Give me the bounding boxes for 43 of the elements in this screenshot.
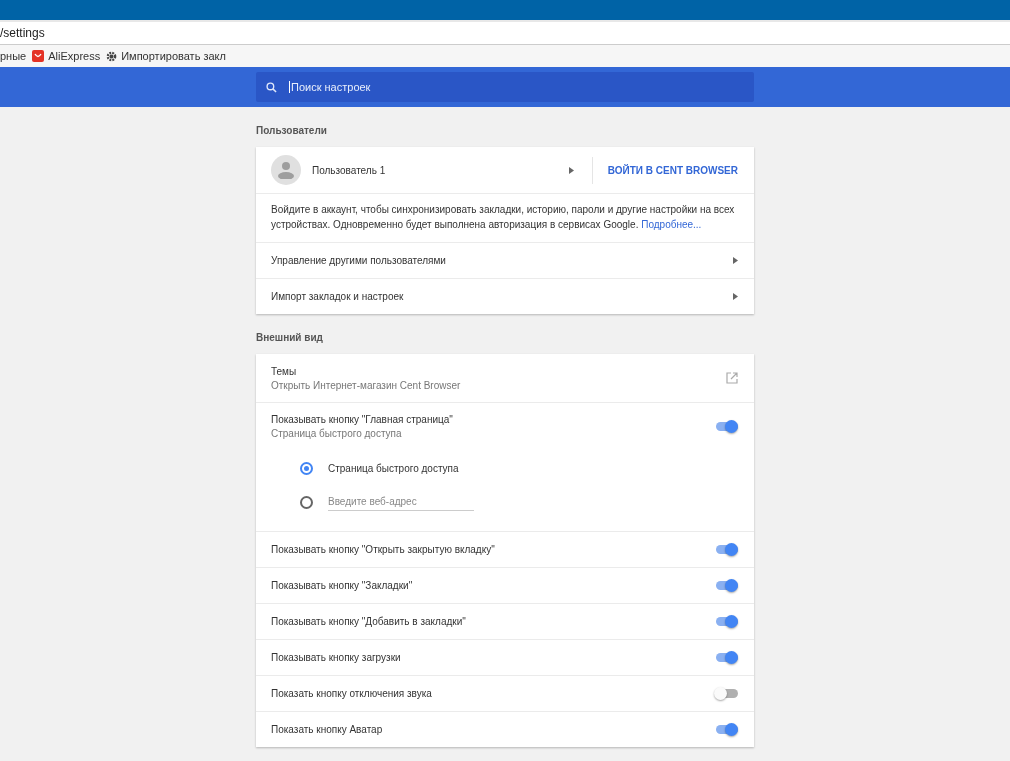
user-name: Пользователь 1: [312, 164, 387, 176]
section-heading: Пользователи: [256, 124, 328, 138]
sign-in-button[interactable]: ВОЙТИ В CENT BROWSER: [591, 156, 738, 184]
address-text: /settings: [0, 26, 45, 40]
sync-description: Войдите в аккаунт, чтобы синхронизировать закладки, историю, пароли и другие настройки на всех устройствах. Одновременно будет выполнена авторизация в сервисах Google. Подробнее...: [256, 193, 754, 242]
radio-label: Страница быстрого доступа: [328, 462, 460, 474]
avatar-icon: [271, 155, 301, 185]
address-bar[interactable]: /settings: [0, 22, 1010, 45]
themes-label: Темы: [271, 365, 298, 377]
bookmark-item[interactable]: AliExpress: [32, 50, 101, 62]
setting-label: Показывать кнопку "Закладки": [271, 580, 414, 591]
section-heading: Внешний вид: [256, 331, 324, 345]
toggle-switch[interactable]: [716, 653, 738, 662]
setting-label: Показывать кнопку загрузки: [271, 652, 402, 663]
url-input-field[interactable]: Введите веб-адрес: [328, 493, 474, 511]
setting-label: Показывать кнопку "Главная страница": [271, 413, 454, 425]
radio-button[interactable]: [300, 495, 313, 509]
search-icon: [266, 81, 277, 93]
toggle-switch[interactable]: [716, 581, 738, 590]
toggle-switch[interactable]: [716, 617, 738, 626]
settings-item[interactable]: Управление другими пользователями: [271, 255, 733, 266]
arrow-right-icon: [733, 257, 738, 264]
bookmark-item[interactable]: рные: [0, 50, 27, 62]
radio-button[interactable]: [300, 461, 313, 475]
setting-label: Показывать кнопку "Открыть закрытую вкладку": [271, 544, 496, 555]
setting-label: Показать кнопку Аватар: [271, 724, 384, 735]
setting-sublabel: Страница быстрого доступа: [271, 427, 403, 439]
arrow-right-icon: [568, 166, 574, 174]
settings-item[interactable]: Импорт закладок и настроек: [271, 291, 733, 302]
toggle-switch[interactable]: [716, 545, 738, 554]
setting-label: Показать кнопку отключения звука: [271, 688, 433, 699]
bag-icon: [32, 50, 45, 62]
learn-more-link[interactable]: Подробнее...: [641, 219, 702, 230]
bookmark-item[interactable]: Импортировать закл: [106, 50, 226, 62]
themes-sublabel[interactable]: Открыть Интернет-магазин Cent Browser: [271, 379, 726, 391]
arrow-right-icon: [733, 293, 738, 300]
gear-icon: [106, 50, 118, 62]
setting-label: Показывать кнопку "Добавить в закладки": [271, 616, 467, 627]
search-field[interactable]: Поиск настроек: [256, 72, 754, 102]
external-link-icon[interactable]: [726, 372, 738, 384]
toggle-switch[interactable]: [716, 421, 738, 431]
toggle-switch[interactable]: [716, 725, 738, 734]
toggle-switch[interactable]: [716, 689, 738, 698]
